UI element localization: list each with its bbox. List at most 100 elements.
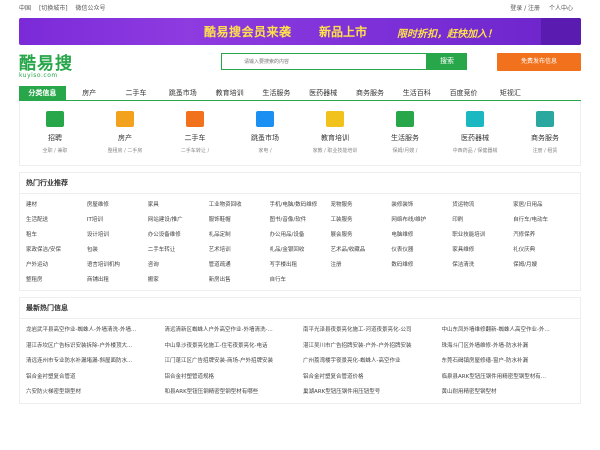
industry-link[interactable]: 咨询 bbox=[148, 258, 209, 273]
industry-link[interactable]: 户外运动 bbox=[26, 258, 87, 273]
nav-item-baidu-bid[interactable]: 百度竞价 bbox=[440, 86, 487, 100]
category-education[interactable]: 教育培训 家教 / 职业技能培训 bbox=[300, 111, 370, 165]
industry-link[interactable]: 自行车 bbox=[270, 273, 331, 288]
industry-link[interactable]: 自行车/电动车 bbox=[513, 213, 574, 228]
industry-link[interactable]: 汽修保养 bbox=[513, 228, 574, 243]
industry-link[interactable]: 展会服务 bbox=[330, 228, 391, 243]
industry-link[interactable]: 新房出售 bbox=[209, 273, 270, 288]
promo-banner[interactable]: 酷易搜会员来袭 新品上市 限时折扣，赶快加入！ bbox=[19, 18, 581, 45]
industry-link[interactable]: 整租房 bbox=[26, 273, 87, 288]
nav-item-jushihui[interactable]: 矩视汇 bbox=[487, 86, 534, 100]
wechat-link[interactable]: 微信公众号 bbox=[76, 5, 106, 12]
news-link[interactable]: 六安防火梯密型钢型材 bbox=[26, 385, 159, 401]
switch-city-link[interactable]: [切换城市] bbox=[39, 5, 68, 12]
nav-item-business[interactable]: 商务服务 bbox=[347, 86, 394, 100]
news-link[interactable]: 巢湖ARK型钮压钢件用压钮型号 bbox=[303, 385, 436, 401]
industry-link[interactable]: 职业技能培训 bbox=[452, 228, 513, 243]
industry-link[interactable]: 网站建设/推广 bbox=[148, 213, 209, 228]
industry-link[interactable]: 房屋维修 bbox=[87, 198, 148, 213]
nav-item-realestate[interactable]: 房产 bbox=[66, 86, 113, 100]
industry-link[interactable]: 管道疏通 bbox=[209, 258, 270, 273]
user-center-link[interactable]: 个人中心 bbox=[549, 5, 573, 12]
news-link[interactable]: 中山阜沙夜景亮化施工-住宅夜景亮化-电话 bbox=[165, 339, 298, 355]
industry-link[interactable]: 包装 bbox=[87, 243, 148, 258]
industry-link[interactable]: 货运物流 bbox=[452, 198, 513, 213]
news-link[interactable]: 和县ARK型钮压钢精密型钢型材有哪些 bbox=[165, 385, 298, 401]
news-link[interactable]: 铝合金衬塑复合管道价格 bbox=[303, 370, 436, 386]
news-link[interactable]: 东莞石碣镇房屋修缮-窗户-防水补漏 bbox=[442, 354, 575, 370]
site-logo[interactable]: 酷易搜 kuyiso.com bbox=[19, 49, 73, 79]
industry-link[interactable]: 建材 bbox=[26, 198, 87, 213]
industry-link[interactable]: 保姆/月嫂 bbox=[513, 258, 574, 273]
news-link[interactable]: 湛江赤坎区广告标识安装拆除-户外楼顶大... bbox=[26, 339, 159, 355]
category-flea-market[interactable]: 跳蚤市场 家电 / bbox=[230, 111, 300, 165]
post-free-info-button[interactable]: 免费发布信息 bbox=[497, 53, 581, 71]
news-link[interactable]: 中山东凤外墙维修翻新-蜘蛛人高空作业-外... bbox=[442, 323, 575, 339]
nav-item-classified[interactable]: 分类信息 bbox=[19, 86, 66, 100]
industry-link[interactable]: 礼品/金银回收 bbox=[270, 243, 331, 258]
industry-link[interactable]: 租车 bbox=[26, 228, 87, 243]
industry-link[interactable]: 宠物服务 bbox=[330, 198, 391, 213]
industry-link[interactable]: 印刷 bbox=[452, 213, 513, 228]
industry-link[interactable]: 保洁清洗 bbox=[452, 258, 513, 273]
industry-link[interactable]: 家具维修 bbox=[452, 243, 513, 258]
industry-link[interactable]: 办公设备维修 bbox=[148, 228, 209, 243]
industry-link[interactable]: 写字楼出租 bbox=[270, 258, 331, 273]
login-register-link[interactable]: 登录 / 注册 bbox=[510, 5, 540, 12]
industry-link[interactable]: 电脑维修 bbox=[391, 228, 452, 243]
industry-link[interactable]: 办公用品/设备 bbox=[270, 228, 331, 243]
news-link[interactable]: 龙岩武平县高空作业-蜘蛛人-外墙清洗-外墙... bbox=[26, 323, 159, 339]
industry-link[interactable]: 礼仪庆典 bbox=[513, 243, 574, 258]
industry-link[interactable]: 商铺出租 bbox=[87, 273, 148, 288]
industry-link[interactable]: 艺术品/收藏品 bbox=[330, 243, 391, 258]
industry-link[interactable]: 装修装饰 bbox=[391, 198, 452, 213]
industry-link[interactable]: 家具 bbox=[148, 198, 209, 213]
news-link[interactable]: 江门蓬江区广告招牌安装-商场-户外招牌安装 bbox=[165, 354, 298, 370]
industry-link[interactable]: 家居/日用品 bbox=[513, 198, 574, 213]
industry-link[interactable]: 设计培训 bbox=[87, 228, 148, 243]
nav-item-education[interactable]: 教育培训 bbox=[206, 86, 253, 100]
news-link[interactable]: 黄山耐用精密型钢型材 bbox=[442, 385, 575, 401]
industry-link[interactable]: 语言培训机构 bbox=[87, 258, 148, 273]
industry-link[interactable]: 手机/电脑/数码维修 bbox=[270, 198, 331, 213]
industry-link[interactable]: 仪表仪器 bbox=[391, 243, 452, 258]
search-button[interactable]: 搜索 bbox=[427, 53, 467, 70]
category-jobs[interactable]: 招聘 全职 / 兼职 bbox=[20, 111, 90, 165]
industry-link[interactable]: 搬家 bbox=[148, 273, 209, 288]
industry-link[interactable]: 艺术培训 bbox=[209, 243, 270, 258]
nav-item-life-wiki[interactable]: 生活百科 bbox=[393, 86, 440, 100]
news-link[interactable]: 广州荔湾楼宇夜景亮化-蜘蛛人-高空作业 bbox=[303, 354, 436, 370]
industry-link[interactable]: 工装服务 bbox=[330, 213, 391, 228]
industry-link[interactable]: 注册 bbox=[330, 258, 391, 273]
section-title: 最新热门信息 bbox=[20, 298, 580, 319]
news-link[interactable]: 铝合金衬塑管道规格 bbox=[165, 370, 298, 386]
news-link[interactable]: 珠海斗门区外墙维修-外墙-防水补漏 bbox=[442, 339, 575, 355]
news-link[interactable]: 湛江吴川市广告招牌安装-户外-户外招牌安装 bbox=[303, 339, 436, 355]
industry-link[interactable]: 服饰鞋帽 bbox=[209, 213, 270, 228]
industry-link[interactable]: 二手车转让 bbox=[148, 243, 209, 258]
industry-link[interactable]: 数码维修 bbox=[391, 258, 452, 273]
news-link[interactable]: 清远连州市专业防水补漏堵漏-斜屋面防水... bbox=[26, 354, 159, 370]
briefcase-icon bbox=[46, 111, 64, 127]
category-medical[interactable]: 医药器械 中西药品 / 保健器械 bbox=[440, 111, 510, 165]
category-used-car[interactable]: 二手车 二手车转让 / bbox=[160, 111, 230, 165]
nav-item-flea-market[interactable]: 跳蚤市场 bbox=[159, 86, 206, 100]
news-link[interactable]: 清远清新区蜘蛛人户外高空作业-外墙清洗-... bbox=[165, 323, 298, 339]
nav-item-life-service[interactable]: 生活服务 bbox=[253, 86, 300, 100]
search-input[interactable] bbox=[222, 54, 372, 69]
category-business[interactable]: 商务服务 注册 / 租赁 bbox=[510, 111, 580, 165]
nav-item-medical[interactable]: 医药器械 bbox=[300, 86, 347, 100]
industry-link[interactable]: 工业物资回收 bbox=[209, 198, 270, 213]
nav-item-used-car[interactable]: 二手车 bbox=[113, 86, 160, 100]
news-link[interactable]: 铝合金衬塑复合管道 bbox=[26, 370, 159, 386]
news-link[interactable]: 临泉县ARK型钮压钢件用精密型钢型材有... bbox=[442, 370, 575, 386]
category-realestate[interactable]: 房产 整租房 / 二手房 bbox=[90, 111, 160, 165]
industry-link[interactable]: 图书/音像/软件 bbox=[270, 213, 331, 228]
industry-link[interactable]: 生活配送 bbox=[26, 213, 87, 228]
industry-link[interactable]: IT培训 bbox=[87, 213, 148, 228]
industry-link[interactable]: 礼品定制 bbox=[209, 228, 270, 243]
industry-link[interactable]: 网络布线/维护 bbox=[391, 213, 452, 228]
category-life-service[interactable]: 生活服务 保姆/月嫂 / bbox=[370, 111, 440, 165]
industry-link[interactable]: 家政保洁/安保 bbox=[26, 243, 87, 258]
news-link[interactable]: 南平光泽县夜景亮化施工-河道夜景亮化-公司 bbox=[303, 323, 436, 339]
